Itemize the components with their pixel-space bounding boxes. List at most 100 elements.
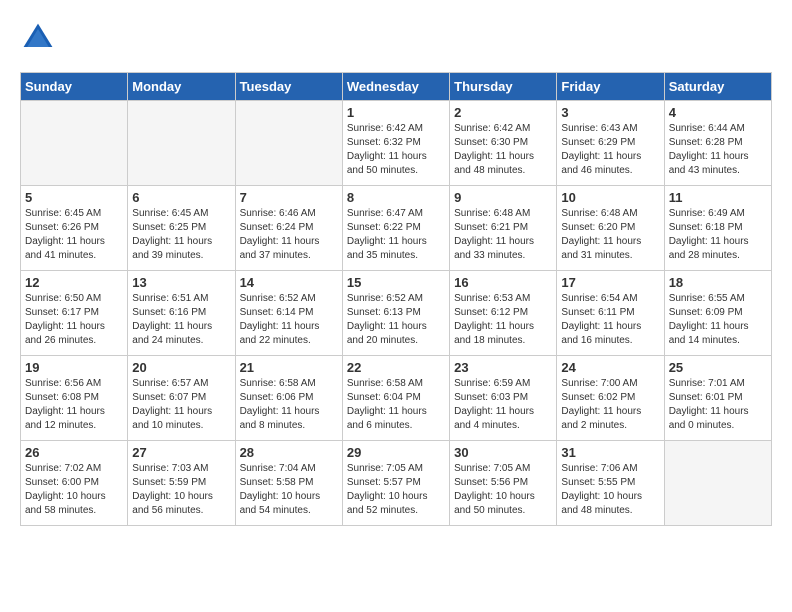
calendar-cell: 18 Sunrise: 6:55 AM Sunset: 6:09 PM Dayli… xyxy=(664,271,771,356)
calendar-week-row: 12 Sunrise: 6:50 AM Sunset: 6:17 PM Dayli… xyxy=(21,271,772,356)
day-number: 14 xyxy=(240,275,338,290)
calendar-cell: 2 Sunrise: 6:42 AM Sunset: 6:30 PM Daylig… xyxy=(450,101,557,186)
calendar-cell: 12 Sunrise: 6:50 AM Sunset: 6:17 PM Dayli… xyxy=(21,271,128,356)
day-number: 31 xyxy=(561,445,659,460)
day-info: Sunrise: 6:58 AM Sunset: 6:04 PM Dayligh… xyxy=(347,377,445,433)
day-info: Sunrise: 6:49 AM Sunset: 6:18 PM Dayligh… xyxy=(669,207,767,263)
day-number: 15 xyxy=(347,275,445,290)
day-info: Sunrise: 7:01 AM Sunset: 6:01 PM Dayligh… xyxy=(669,377,767,433)
day-info: Sunrise: 6:58 AM Sunset: 6:06 PM Dayligh… xyxy=(240,377,338,433)
calendar-cell: 11 Sunrise: 6:49 AM Sunset: 6:18 PM Dayli… xyxy=(664,186,771,271)
calendar-cell xyxy=(128,101,235,186)
calendar-cell: 25 Sunrise: 7:01 AM Sunset: 6:01 PM Dayli… xyxy=(664,356,771,441)
calendar-cell: 28 Sunrise: 7:04 AM Sunset: 5:58 PM Dayli… xyxy=(235,441,342,526)
day-number: 18 xyxy=(669,275,767,290)
day-number: 7 xyxy=(240,190,338,205)
weekday-header: Sunday xyxy=(21,73,128,101)
calendar-cell: 17Sunrise: 6:54 AM Sunset: 6:11 PM Dayli… xyxy=(557,271,664,356)
day-info: Sunrise: 6:51 AM Sunset: 6:16 PM Dayligh… xyxy=(132,292,230,348)
day-number: 26 xyxy=(25,445,123,460)
calendar-cell: 24 Sunrise: 7:00 AM Sunset: 6:02 PM Dayli… xyxy=(557,356,664,441)
calendar-cell: 27 Sunrise: 7:03 AM Sunset: 5:59 PM Dayli… xyxy=(128,441,235,526)
calendar-cell: 14 Sunrise: 6:52 AM Sunset: 6:14 PM Dayli… xyxy=(235,271,342,356)
day-number: 6 xyxy=(132,190,230,205)
day-info: Sunrise: 7:05 AM Sunset: 5:57 PM Dayligh… xyxy=(347,462,445,518)
day-info: Sunrise: 6:52 AM Sunset: 6:13 PM Dayligh… xyxy=(347,292,445,348)
calendar-cell: 26 Sunrise: 7:02 AM Sunset: 6:00 PM Dayli… xyxy=(21,441,128,526)
calendar-cell: 23Sunrise: 6:59 AM Sunset: 6:03 PM Dayli… xyxy=(450,356,557,441)
day-number: 1 xyxy=(347,105,445,120)
day-info: Sunrise: 7:03 AM Sunset: 5:59 PM Dayligh… xyxy=(132,462,230,518)
calendar-week-row: 19 Sunrise: 6:56 AM Sunset: 6:08 PM Dayli… xyxy=(21,356,772,441)
day-number: 12 xyxy=(25,275,123,290)
day-number: 16 xyxy=(454,275,552,290)
weekday-header-row: SundayMondayTuesdayWednesdayThursdayFrid… xyxy=(21,73,772,101)
day-number: 19 xyxy=(25,360,123,375)
day-number: 27 xyxy=(132,445,230,460)
calendar-week-row: 1 Sunrise: 6:42 AM Sunset: 6:32 PM Daylig… xyxy=(21,101,772,186)
weekday-header: Friday xyxy=(557,73,664,101)
calendar-cell: 22Sunrise: 6:58 AM Sunset: 6:04 PM Dayli… xyxy=(342,356,449,441)
weekday-header: Monday xyxy=(128,73,235,101)
day-number: 10 xyxy=(561,190,659,205)
calendar-cell: 20 Sunrise: 6:57 AM Sunset: 6:07 PM Dayli… xyxy=(128,356,235,441)
calendar: SundayMondayTuesdayWednesdayThursdayFrid… xyxy=(20,72,772,526)
day-number: 3 xyxy=(561,105,659,120)
calendar-cell xyxy=(664,441,771,526)
day-info: Sunrise: 6:52 AM Sunset: 6:14 PM Dayligh… xyxy=(240,292,338,348)
calendar-cell: 31 Sunrise: 7:06 AM Sunset: 5:55 PM Dayli… xyxy=(557,441,664,526)
day-number: 11 xyxy=(669,190,767,205)
day-info: Sunrise: 7:02 AM Sunset: 6:00 PM Dayligh… xyxy=(25,462,123,518)
calendar-week-row: 5Sunrise: 6:45 AM Sunset: 6:26 PM Daylig… xyxy=(21,186,772,271)
day-info: Sunrise: 6:55 AM Sunset: 6:09 PM Dayligh… xyxy=(669,292,767,348)
calendar-cell: 19 Sunrise: 6:56 AM Sunset: 6:08 PM Dayli… xyxy=(21,356,128,441)
calendar-cell: 21 Sunrise: 6:58 AM Sunset: 6:06 PM Dayli… xyxy=(235,356,342,441)
day-info: Sunrise: 6:50 AM Sunset: 6:17 PM Dayligh… xyxy=(25,292,123,348)
calendar-cell: 3 Sunrise: 6:43 AM Sunset: 6:29 PM Daylig… xyxy=(557,101,664,186)
day-info: Sunrise: 6:42 AM Sunset: 6:30 PM Dayligh… xyxy=(454,122,552,178)
day-number: 21 xyxy=(240,360,338,375)
calendar-cell: 5Sunrise: 6:45 AM Sunset: 6:26 PM Daylig… xyxy=(21,186,128,271)
day-number: 29 xyxy=(347,445,445,460)
day-info: Sunrise: 6:45 AM Sunset: 6:25 PM Dayligh… xyxy=(132,207,230,263)
day-info: Sunrise: 6:56 AM Sunset: 6:08 PM Dayligh… xyxy=(25,377,123,433)
day-info: Sunrise: 6:42 AM Sunset: 6:32 PM Dayligh… xyxy=(347,122,445,178)
calendar-cell: 30 Sunrise: 7:05 AM Sunset: 5:56 PM Dayli… xyxy=(450,441,557,526)
day-number: 28 xyxy=(240,445,338,460)
day-number: 5 xyxy=(25,190,123,205)
day-number: 9 xyxy=(454,190,552,205)
day-info: Sunrise: 7:05 AM Sunset: 5:56 PM Dayligh… xyxy=(454,462,552,518)
calendar-cell: 7 Sunrise: 6:46 AM Sunset: 6:24 PM Daylig… xyxy=(235,186,342,271)
day-info: Sunrise: 6:57 AM Sunset: 6:07 PM Dayligh… xyxy=(132,377,230,433)
page-header xyxy=(20,20,772,56)
calendar-cell: 4 Sunrise: 6:44 AM Sunset: 6:28 PM Daylig… xyxy=(664,101,771,186)
calendar-cell: 8Sunrise: 6:47 AM Sunset: 6:22 PM Daylig… xyxy=(342,186,449,271)
day-info: Sunrise: 6:43 AM Sunset: 6:29 PM Dayligh… xyxy=(561,122,659,178)
calendar-week-row: 26 Sunrise: 7:02 AM Sunset: 6:00 PM Dayli… xyxy=(21,441,772,526)
day-number: 8 xyxy=(347,190,445,205)
calendar-cell: 29 Sunrise: 7:05 AM Sunset: 5:57 PM Dayli… xyxy=(342,441,449,526)
day-number: 20 xyxy=(132,360,230,375)
weekday-header: Tuesday xyxy=(235,73,342,101)
day-info: Sunrise: 6:54 AM Sunset: 6:11 PM Dayligh… xyxy=(561,292,659,348)
day-info: Sunrise: 7:04 AM Sunset: 5:58 PM Dayligh… xyxy=(240,462,338,518)
day-number: 4 xyxy=(669,105,767,120)
calendar-cell: 13 Sunrise: 6:51 AM Sunset: 6:16 PM Dayli… xyxy=(128,271,235,356)
logo xyxy=(20,20,60,56)
day-number: 23 xyxy=(454,360,552,375)
logo-icon xyxy=(20,20,56,56)
day-number: 25 xyxy=(669,360,767,375)
day-info: Sunrise: 6:48 AM Sunset: 6:21 PM Dayligh… xyxy=(454,207,552,263)
day-info: Sunrise: 7:00 AM Sunset: 6:02 PM Dayligh… xyxy=(561,377,659,433)
day-number: 24 xyxy=(561,360,659,375)
day-info: Sunrise: 6:44 AM Sunset: 6:28 PM Dayligh… xyxy=(669,122,767,178)
day-number: 30 xyxy=(454,445,552,460)
day-info: Sunrise: 7:06 AM Sunset: 5:55 PM Dayligh… xyxy=(561,462,659,518)
weekday-header: Thursday xyxy=(450,73,557,101)
weekday-header: Saturday xyxy=(664,73,771,101)
day-info: Sunrise: 6:53 AM Sunset: 6:12 PM Dayligh… xyxy=(454,292,552,348)
day-number: 13 xyxy=(132,275,230,290)
calendar-cell: 9 Sunrise: 6:48 AM Sunset: 6:21 PM Daylig… xyxy=(450,186,557,271)
day-number: 2 xyxy=(454,105,552,120)
day-info: Sunrise: 6:46 AM Sunset: 6:24 PM Dayligh… xyxy=(240,207,338,263)
